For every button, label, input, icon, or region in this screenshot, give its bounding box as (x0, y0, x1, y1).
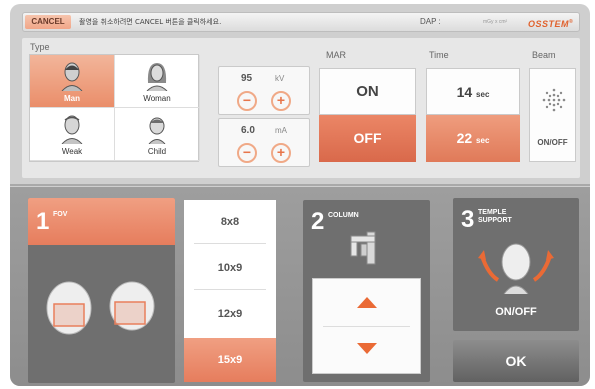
ma-value: 6.0 (241, 125, 255, 136)
type-option-label: Weak (61, 147, 83, 156)
ma-decrease-button[interactable]: − (237, 143, 257, 163)
kv-value: 95 (241, 73, 253, 84)
ok-button[interactable]: OK (453, 340, 579, 382)
beam-section-label: Beam (532, 50, 556, 60)
cancel-message: 촬영을 취소하려면 CANCEL 버튼을 클릭하세요. (79, 18, 222, 26)
type-option-man[interactable]: Man (30, 55, 115, 108)
logo-mark: ® (569, 19, 574, 25)
kv-unit: kV (275, 74, 285, 83)
arrow-up-icon[interactable] (357, 297, 377, 308)
separator (194, 243, 266, 244)
separator (194, 289, 266, 290)
column-height-control (312, 278, 421, 374)
type-option-label: Woman (143, 94, 171, 103)
cancel-button[interactable]: CANCEL (25, 15, 71, 29)
type-option-woman[interactable]: Woman (115, 55, 200, 108)
divider (10, 184, 590, 186)
time-option-22[interactable]: 22 sec (426, 115, 520, 162)
column-step-number: 2 (311, 208, 325, 235)
fov-option-10x9[interactable]: 10x9 (184, 246, 276, 290)
logo-text: OSSTEM (528, 19, 570, 29)
fov-option-label: 8x8 (220, 216, 240, 228)
fov-head-icon (46, 281, 155, 335)
column-panel: 2 COLUMN (303, 200, 430, 382)
fov-option-label: 12x9 (217, 308, 243, 320)
column-title: COLUMN (328, 212, 359, 219)
beam-toggle-label: ON/OFF (537, 138, 568, 147)
separator (323, 326, 410, 327)
ma-unit: mA (275, 126, 287, 135)
woman-head-icon (146, 63, 168, 91)
fov-option-label: 15x9 (217, 354, 243, 366)
temple-step-number: 3 (461, 206, 475, 233)
dap-unit: mGy x cm² (483, 19, 508, 25)
mar-off-button[interactable]: OFF (319, 115, 416, 162)
fov-step-number: 1 (36, 208, 50, 235)
type-option-child[interactable]: Child (115, 108, 200, 161)
app-frame: CANCEL 촬영을 취소하려면 CANCEL 버튼을 클릭하세요. DAP :… (10, 4, 590, 386)
mar-section-label: MAR (326, 50, 346, 60)
ma-setting: 6.0 mA − + (218, 118, 310, 167)
fov-title: FOV (53, 211, 68, 218)
fov-panel: 1 FOV (28, 198, 175, 383)
kv-setting: 95 kV − + (218, 66, 310, 115)
dap-label: DAP : (420, 17, 441, 26)
beam-toggle-button[interactable]: ON/OFF (529, 68, 576, 162)
fov-size-list: 8x8 10x9 12x9 15x9 (184, 200, 276, 382)
kv-decrease-button[interactable]: − (237, 91, 257, 111)
fov-header: 1 FOV (28, 198, 175, 245)
beam-dots-icon (542, 88, 566, 112)
temple-toggle-label: ON/OFF (495, 306, 537, 318)
weak-head-icon (61, 115, 83, 144)
type-option-label: Child (147, 147, 167, 156)
time-option-14[interactable]: 14 sec (426, 68, 520, 115)
fov-option-label: 10x9 (217, 262, 243, 274)
settings-panel: Type Man Woman Weak Child 95 kV − + 6.0 … (22, 38, 580, 178)
patient-type-grid: Man Woman Weak Child (29, 54, 200, 162)
type-option-weak[interactable]: Weak (30, 108, 115, 161)
fov-option-12x9[interactable]: 12x9 (184, 292, 276, 336)
arrow-down-icon[interactable] (357, 343, 377, 354)
temple-title-line1: TEMPLE (478, 209, 507, 216)
temple-support-button[interactable]: 3 TEMPLE SUPPORT ON/OFF (453, 198, 579, 331)
ma-increase-button[interactable]: + (271, 143, 291, 163)
temple-head-icon (478, 243, 554, 294)
osstem-logo: OSSTEM® (528, 13, 573, 33)
column-device-icon (350, 231, 376, 265)
temple-title-line2: SUPPORT (478, 217, 512, 224)
man-head-icon (61, 62, 83, 91)
time-value: 14 (456, 84, 473, 100)
mar-on-button[interactable]: ON (319, 68, 416, 115)
time-unit: sec (476, 136, 490, 145)
top-bar: CANCEL 촬영을 취소하려면 CANCEL 버튼을 클릭하세요. DAP :… (22, 12, 580, 32)
type-section-label: Type (30, 42, 50, 52)
time-section-label: Time (429, 50, 449, 60)
time-value: 22 (456, 130, 473, 146)
type-option-label: Man (64, 94, 80, 103)
fov-option-15x9[interactable]: 15x9 (184, 338, 276, 382)
time-unit: sec (476, 90, 490, 99)
fov-option-8x8[interactable]: 8x8 (184, 200, 276, 244)
child-head-icon (148, 117, 166, 144)
kv-increase-button[interactable]: + (271, 91, 291, 111)
